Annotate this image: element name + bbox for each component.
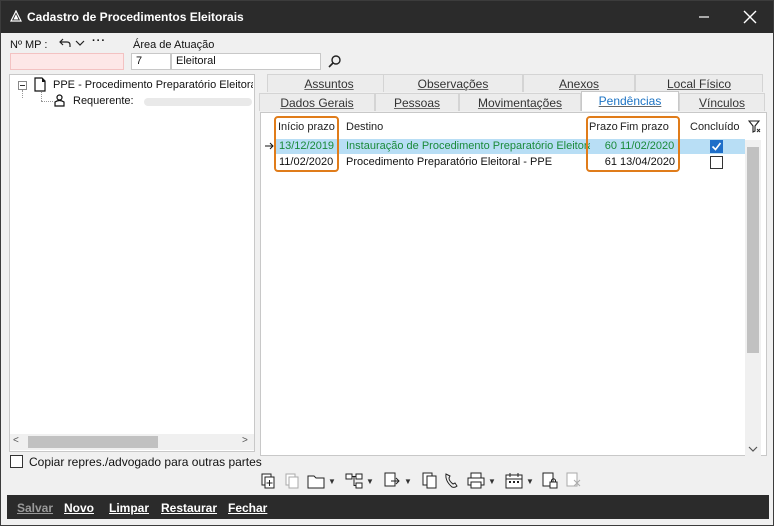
vscroll-thumb[interactable] <box>747 147 759 353</box>
lock-document-icon[interactable] <box>541 471 559 491</box>
main-window: Cadastro de Procedimentos Eleitorais Nº … <box>0 0 774 526</box>
area-code-field[interactable]: 7 <box>131 53 171 70</box>
mp-label: Nº MP : <box>10 39 48 51</box>
folder-dropdown-icon[interactable]: ▼ <box>328 477 336 486</box>
tab-pessoas[interactable]: Pessoas <box>375 93 459 111</box>
minimize-icon <box>699 16 709 18</box>
document-icon <box>34 77 46 92</box>
hscroll-thumb[interactable] <box>28 436 158 448</box>
area-name-field[interactable]: Eleitoral <box>171 53 321 70</box>
window-title: Cadastro de Procedimentos Eleitorais <box>27 10 244 24</box>
tab-dados-gerais[interactable]: Dados Gerais <box>259 93 375 111</box>
tab-observacoes[interactable]: Observações <box>383 74 523 92</box>
close-button[interactable] <box>727 1 773 33</box>
tree-panel: PPE - Procedimento Preparatório Eleitora… <box>9 74 255 452</box>
chevron-down-icon[interactable] <box>75 39 85 47</box>
checkmark-icon <box>711 142 722 151</box>
minimize-button[interactable] <box>681 1 727 33</box>
calendar-dropdown-icon[interactable]: ▼ <box>526 477 534 486</box>
cell-destino: Procedimento Preparatório Eleitoral - PP… <box>346 156 553 168</box>
calendar-icon[interactable] <box>505 471 523 491</box>
person-icon <box>54 94 65 107</box>
scroll-right-icon[interactable]: > <box>242 435 248 446</box>
copy-checkbox[interactable] <box>10 455 23 468</box>
clear-button[interactable]: Limpar <box>109 501 149 515</box>
hierarchy-icon[interactable] <box>345 471 363 491</box>
col-concluido[interactable]: Concluído <box>690 121 740 133</box>
add-document-icon[interactable] <box>259 471 277 491</box>
scroll-down-icon[interactable] <box>748 445 758 453</box>
area-label: Área de Atuação <box>133 39 215 51</box>
pendencias-grid: Início prazo Destino Prazo Fim prazo Con… <box>260 112 767 456</box>
transfer-icon[interactable] <box>383 471 401 491</box>
collapse-icon[interactable] <box>18 81 27 90</box>
save-button[interactable]: Salvar <box>17 501 53 515</box>
tab-movimentacoes[interactable]: Movimentações <box>459 93 581 111</box>
print-icon[interactable] <box>467 471 485 491</box>
phone-icon[interactable] <box>443 471 461 491</box>
tab-local-fisico[interactable]: Local Físico <box>635 74 763 92</box>
cell-destino: Instauração de Procedimento Preparatório… <box>346 140 590 152</box>
concluido-checkbox[interactable] <box>710 156 723 169</box>
new-button[interactable]: Novo <box>64 501 94 515</box>
tree-hscrollbar[interactable]: < > <box>10 434 254 450</box>
tab-vinculos[interactable]: Vínculos <box>679 93 765 111</box>
close-form-button[interactable]: Fechar <box>228 501 267 515</box>
highlight-prazo-fim <box>586 116 680 172</box>
bottom-button-bar: Salvar Novo Limpar Restaurar Fechar <box>7 495 769 519</box>
filter-icon[interactable] <box>748 120 761 133</box>
more-icon[interactable]: ··· <box>92 35 106 47</box>
folder-icon[interactable] <box>307 471 325 491</box>
highlight-inicio-prazo <box>274 116 339 172</box>
attach-document-icon <box>566 472 581 487</box>
grid-vscrollbar[interactable] <box>745 140 761 456</box>
title-bar: Cadastro de Procedimentos Eleitorais <box>1 1 773 33</box>
mp-number-field[interactable] <box>10 53 124 70</box>
documents-icon[interactable] <box>421 471 439 491</box>
tab-anexos[interactable]: Anexos <box>523 74 635 92</box>
copy-document-icon <box>285 473 299 489</box>
tab-assuntos[interactable]: Assuntos <box>267 74 391 92</box>
search-icon[interactable] <box>328 54 342 68</box>
undo-icon[interactable] <box>59 38 71 48</box>
hierarchy-dropdown-icon[interactable]: ▼ <box>366 477 374 486</box>
concluido-checkbox[interactable] <box>710 140 723 153</box>
close-icon <box>743 10 757 24</box>
tab-pendencias[interactable]: Pendências <box>581 91 679 111</box>
print-dropdown-icon[interactable]: ▼ <box>488 477 496 486</box>
copy-checkbox-label: Copiar repres./advogado para outras part… <box>29 455 262 469</box>
tab-strip: Assuntos Observações Anexos Local Físico… <box>259 74 767 112</box>
redacted-requerente <box>144 98 252 106</box>
app-icon <box>10 10 22 22</box>
tree-child-label[interactable]: Requerente: <box>73 95 134 107</box>
restore-button[interactable]: Restaurar <box>161 501 217 515</box>
transfer-dropdown-icon[interactable]: ▼ <box>404 477 412 486</box>
scroll-left-icon[interactable]: < <box>13 435 19 446</box>
tree-root-label[interactable]: PPE - Procedimento Preparatório Eleitora… <box>53 79 253 91</box>
col-destino[interactable]: Destino <box>346 121 383 133</box>
